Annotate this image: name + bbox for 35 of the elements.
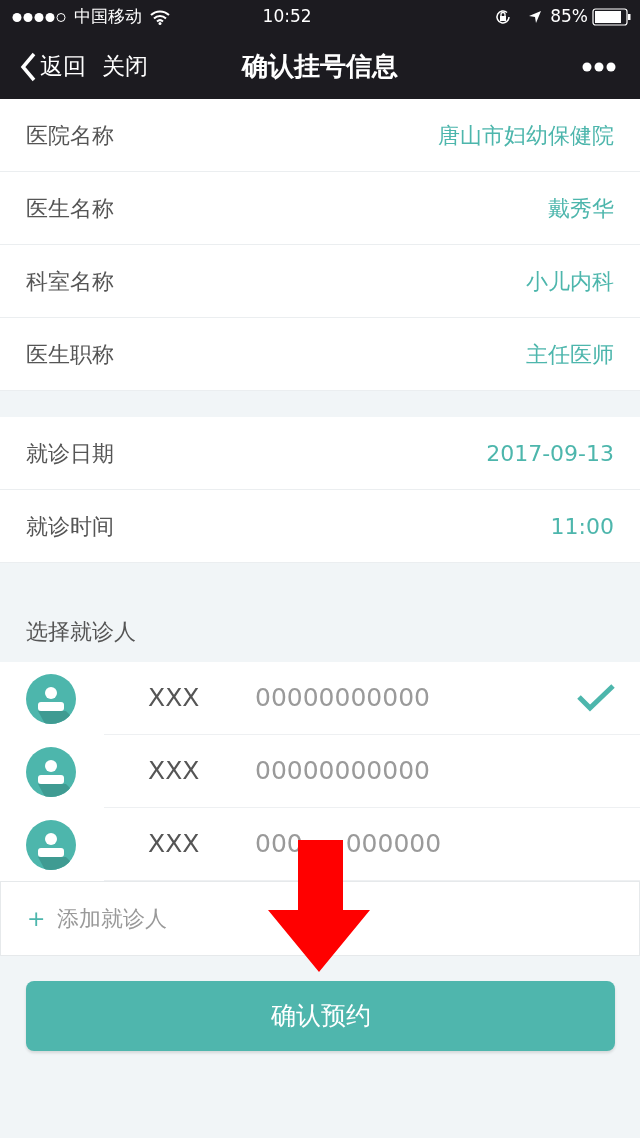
carrier-name: 中国移动 (74, 5, 142, 29)
patient-name: XXX (147, 755, 201, 788)
field-value: 11:00 (550, 512, 614, 541)
add-patient-label: 添加就诊人 (57, 905, 168, 933)
close-button[interactable]: 关闭 (102, 49, 148, 84)
back-icon[interactable] (20, 51, 36, 82)
patient-name: XXX (147, 828, 201, 861)
wifi-icon (150, 9, 170, 25)
back-button[interactable]: 返回 (40, 49, 86, 84)
field-label: 就诊日期 (26, 439, 114, 468)
field-label: 医生名称 (26, 194, 114, 223)
field-value: 主任医师 (526, 340, 614, 369)
patient-phone: 000000 (345, 828, 442, 861)
plus-icon: + (27, 902, 46, 935)
field-label: 就诊时间 (26, 512, 114, 541)
location-icon (528, 10, 543, 24)
patient-name: XXX (147, 682, 201, 715)
field-value: 小儿内科 (526, 267, 614, 296)
patient-phone: 00000000000 (255, 682, 430, 715)
section-header: 选择就诊人 (26, 618, 136, 646)
field-value: 戴秀华 (548, 194, 614, 223)
field-label: 医生职称 (26, 340, 114, 369)
patient-phone: 00000000000 (255, 755, 430, 788)
field-value: 唐山市妇幼保健院 (438, 121, 614, 150)
more-icon[interactable] (582, 61, 616, 72)
clock-time: 10:52 (262, 5, 312, 29)
field-label: 科室名称 (26, 267, 114, 296)
field-value: 2017-09-13 (486, 439, 614, 468)
field-label: 医院名称 (26, 121, 114, 150)
rotation-lock-icon (494, 8, 513, 26)
battery-percent: 85% (550, 5, 588, 29)
patient-row[interactable]: XXX 00000000000 (0, 735, 640, 808)
patient-row[interactable]: XXX 00000000000 (0, 662, 640, 735)
page-title: 确认挂号信息 (242, 50, 398, 83)
battery-icon (592, 8, 632, 26)
